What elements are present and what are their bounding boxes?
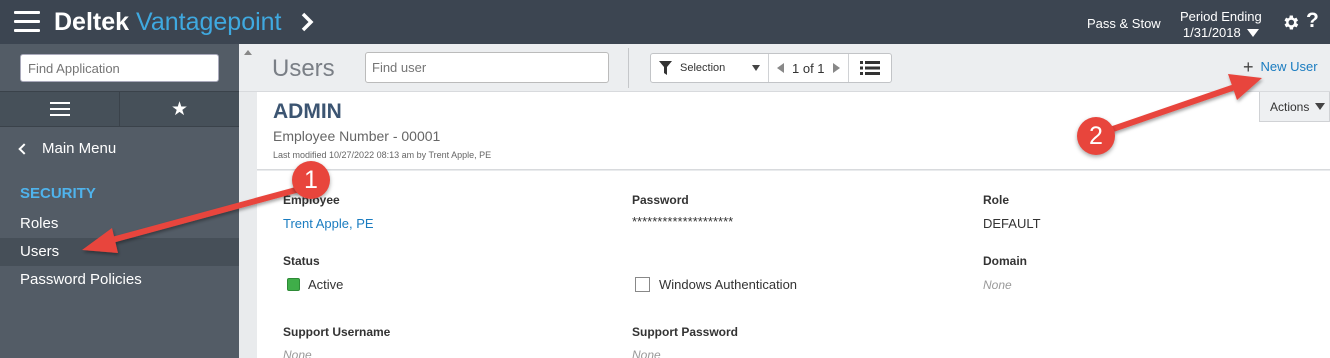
menu-list-icon xyxy=(49,98,70,120)
new-user-button[interactable]: + New User xyxy=(1243,56,1318,77)
record-navigator: Selection 1 of 1 xyxy=(650,53,892,83)
support-password-label: Support Password xyxy=(632,325,739,339)
actions-label: Actions xyxy=(1270,99,1310,114)
sidebar-tabs: ★ xyxy=(0,91,239,127)
main-menu-link[interactable]: Main Menu xyxy=(18,140,117,157)
scroll-up-icon[interactable] xyxy=(244,50,252,55)
employee-number: Employee Number - 00001 xyxy=(273,128,441,144)
section-heading: SECURITY xyxy=(20,185,96,202)
list-icon xyxy=(859,61,880,75)
role-label: Role xyxy=(983,193,1010,207)
period-selector[interactable]: Period Ending 1/31/2018 xyxy=(1180,9,1262,41)
find-user-input[interactable] xyxy=(365,52,609,83)
brand-primary: Deltek xyxy=(54,8,130,36)
annotation-badge-2: 2 xyxy=(1077,117,1115,155)
next-record-icon[interactable] xyxy=(832,63,840,73)
tab-menu[interactable] xyxy=(0,92,119,126)
period-label: Period Ending xyxy=(1180,9,1262,24)
page-title: Users xyxy=(272,55,335,82)
windows-authentication-checkbox[interactable]: Windows Authentication xyxy=(635,277,797,292)
windows-authentication-label: Windows Authentication xyxy=(659,277,798,292)
pager-label: 1 of 1 xyxy=(792,60,825,76)
gear-icon[interactable] xyxy=(1281,13,1300,32)
password-label: Password xyxy=(632,193,689,207)
domain-field[interactable]: None xyxy=(983,278,1012,292)
previous-record-icon[interactable] xyxy=(777,63,784,73)
toolbar-divider xyxy=(628,48,629,88)
period-date: 1/31/2018 xyxy=(1182,25,1241,40)
sidebar-item-roles[interactable]: Roles xyxy=(0,210,239,238)
employee-link[interactable]: Trent Apple, PE xyxy=(283,216,374,231)
star-icon: ★ xyxy=(170,98,189,120)
support-password-field[interactable]: None xyxy=(632,348,661,358)
new-user-label: New User xyxy=(1260,59,1318,74)
user-form: Employee Trent Apple, PE Password ******… xyxy=(257,171,1330,358)
password-field[interactable]: ******************** xyxy=(632,214,733,229)
tab-favorites[interactable]: ★ xyxy=(119,92,239,126)
find-application-input[interactable] xyxy=(20,54,219,82)
company-selector[interactable]: Pass & Stow xyxy=(1087,16,1161,31)
caret-down-icon xyxy=(1246,29,1259,37)
sidebar-item-password-policies[interactable]: Password Policies xyxy=(0,266,239,294)
actions-button[interactable]: Actions xyxy=(1259,92,1330,122)
selection-dropdown[interactable]: Selection xyxy=(651,54,769,82)
sidebar: ★ Main Menu SECURITY Roles Users Passwor… xyxy=(0,44,239,358)
top-bar: Deltek Vantagepoint Pass & Stow Period E… xyxy=(0,0,1330,44)
checkbox-icon xyxy=(635,277,650,292)
chevron-left-icon xyxy=(18,142,30,155)
brand-secondary: Vantagepoint xyxy=(136,8,282,36)
main-toolbar: Users Selection 1 of 1 + New User xyxy=(239,44,1330,92)
status-label: Status xyxy=(283,254,320,268)
help-icon[interactable]: ? xyxy=(1306,9,1319,33)
caret-down-icon xyxy=(1315,103,1326,110)
list-view-button[interactable] xyxy=(849,60,891,76)
support-username-field[interactable]: None xyxy=(283,348,312,358)
last-modified: Last modified 10/27/2022 08:13 am by Tre… xyxy=(273,150,492,160)
chevron-right-icon[interactable] xyxy=(300,9,314,35)
filter-icon xyxy=(659,61,672,75)
status-value: Active xyxy=(308,277,344,292)
plus-icon: + xyxy=(1243,56,1254,77)
status-active-indicator xyxy=(287,278,300,291)
sidebar-item-users[interactable]: Users xyxy=(0,238,239,266)
record-title: ADMIN xyxy=(273,100,342,123)
selection-label: Selection xyxy=(680,62,726,74)
status-field[interactable]: Active xyxy=(287,277,343,292)
record-header: ADMIN Employee Number - 00001 Last modif… xyxy=(257,92,1330,170)
app-logo[interactable]: Deltek Vantagepoint xyxy=(54,7,282,37)
hamburger-icon[interactable] xyxy=(14,11,40,33)
annotation-badge-1: 1 xyxy=(292,161,330,199)
support-username-label: Support Username xyxy=(283,325,391,339)
pager: 1 of 1 xyxy=(769,54,849,82)
caret-down-icon xyxy=(752,65,760,71)
main-menu-label: Main Menu xyxy=(42,140,117,157)
domain-label: Domain xyxy=(983,254,1028,268)
role-field[interactable]: DEFAULT xyxy=(983,216,1041,231)
